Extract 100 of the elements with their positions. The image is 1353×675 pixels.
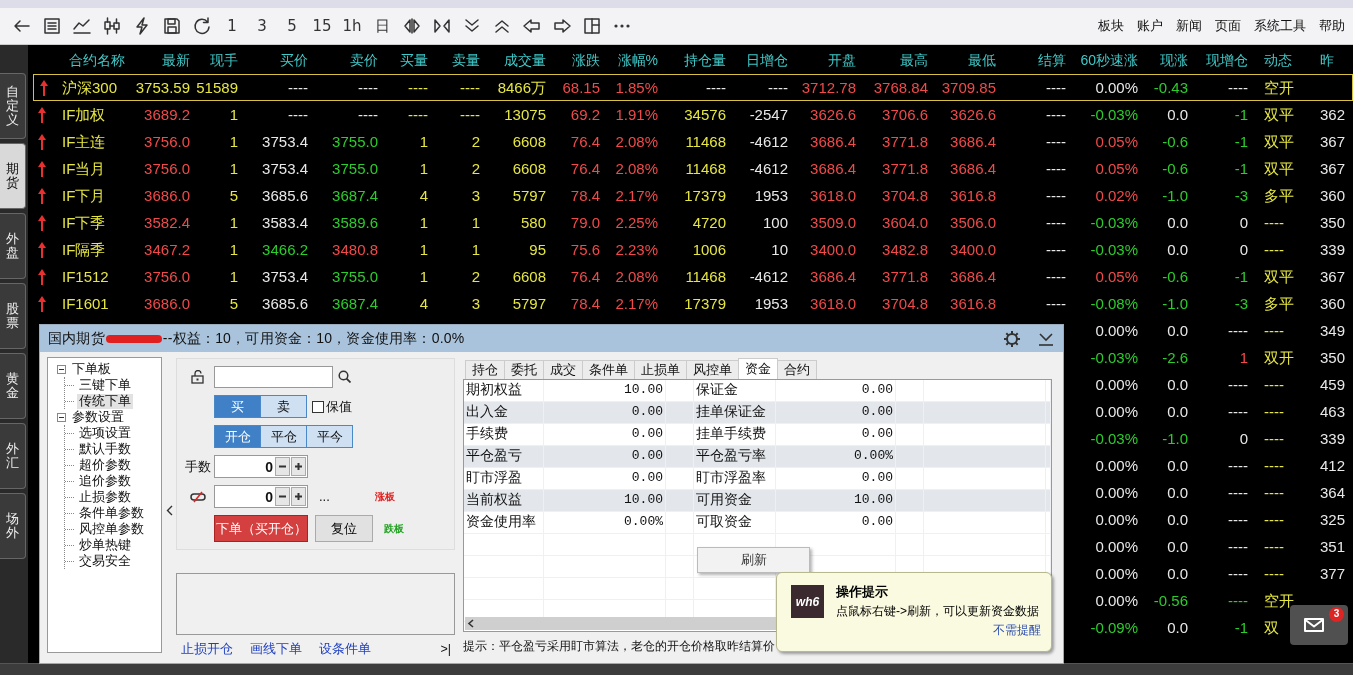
tab[interactable]: 条件单 xyxy=(582,360,635,379)
limit-up-label[interactable]: 涨板 xyxy=(375,489,395,504)
table-cell-text: -1 xyxy=(1233,618,1249,638)
period-button[interactable]: 5 xyxy=(287,17,297,35)
side-tab[interactable]: 外盘 xyxy=(0,213,26,279)
offset-toggle[interactable]: 开仓 xyxy=(214,425,261,448)
side-tab[interactable]: 期货 xyxy=(0,143,26,209)
link[interactable]: 止损开仓 xyxy=(181,640,233,658)
tree-item[interactable]: 参数设置 xyxy=(70,409,126,425)
column-header: 现涨 xyxy=(1159,51,1189,70)
submit-order-button[interactable]: 下单（买开仓） xyxy=(214,515,308,542)
period-button[interactable]: 1h xyxy=(342,17,362,35)
tree-item[interactable]: 炒单热键 xyxy=(77,537,133,553)
period-button[interactable]: 日 xyxy=(374,16,390,36)
instrument-name: IF隔季 xyxy=(61,240,107,260)
collapse-icon[interactable] xyxy=(57,412,66,422)
instrument-name: IF下季 xyxy=(61,213,107,233)
search-icon[interactable] xyxy=(338,370,351,383)
table-cell-text: 6608 xyxy=(511,267,547,287)
tree-item[interactable]: 选项设置 xyxy=(77,425,133,441)
tab[interactable]: 持仓 xyxy=(465,360,505,379)
tab[interactable]: 委托 xyxy=(504,360,544,379)
increment-button[interactable] xyxy=(291,487,306,506)
decrement-button[interactable] xyxy=(275,457,290,476)
reset-button[interactable]: 复位 xyxy=(315,515,373,542)
period-button[interactable]: 1 xyxy=(227,17,237,35)
column-header: 最低 xyxy=(967,51,997,70)
checkbox[interactable] xyxy=(312,400,324,413)
tree-item[interactable]: 追价参数 xyxy=(77,473,133,489)
layout-icon[interactable] xyxy=(582,16,602,36)
tree-item[interactable]: 超价参数 xyxy=(77,457,133,473)
side-tab[interactable]: 自定义 xyxy=(0,73,26,139)
side-tab[interactable]: 外汇 xyxy=(0,423,26,489)
direction-toggle[interactable]: 买 xyxy=(214,395,261,418)
table-cell-text: 0.0 xyxy=(1166,483,1189,503)
collapse-left-icon[interactable] xyxy=(165,504,173,516)
table-cell-text: 3 xyxy=(470,294,481,314)
menu-item[interactable]: 板块 xyxy=(1098,17,1124,35)
tree-item[interactable]: 下单板 xyxy=(70,361,113,377)
table-cell-text: 2.23% xyxy=(614,240,659,260)
candlestick-icon[interactable] xyxy=(102,16,122,36)
quantity-spinner[interactable]: 0 xyxy=(214,455,308,478)
envelope-icon[interactable] xyxy=(1302,616,1326,634)
list-icon[interactable] xyxy=(42,16,62,36)
right-arrow-icon[interactable] xyxy=(552,16,572,36)
tree-item[interactable]: 交易安全 xyxy=(77,553,133,569)
tree-item[interactable]: 默认手数 xyxy=(77,441,133,457)
direction-toggle[interactable]: 卖 xyxy=(260,395,307,418)
period-button[interactable]: 3 xyxy=(257,17,267,35)
link[interactable]: 设条件单 xyxy=(319,640,371,658)
settings-icon[interactable] xyxy=(1003,329,1021,348)
lock-icon[interactable] xyxy=(191,369,204,384)
line-chart-icon[interactable] xyxy=(72,16,92,36)
tree-item[interactable]: 风控单参数 xyxy=(77,521,146,537)
table-cell-text: 459 xyxy=(1319,375,1347,395)
side-tab[interactable]: 股票 xyxy=(0,283,26,349)
refresh-icon[interactable] xyxy=(192,16,212,36)
table-cell-text: 1 xyxy=(418,132,429,152)
contract-input[interactable] xyxy=(214,365,333,388)
increment-button[interactable] xyxy=(291,457,306,476)
menu-item[interactable]: 系统工具 xyxy=(1254,17,1306,35)
link[interactable]: 画线下单 xyxy=(250,640,302,658)
column-header: 成交量 xyxy=(503,51,547,70)
tree-item[interactable]: 传统下单 xyxy=(77,393,133,409)
offset-toggle[interactable]: 平仓 xyxy=(260,425,307,448)
side-tab[interactable]: 场外 xyxy=(0,493,26,559)
more-button[interactable]: ... xyxy=(319,489,375,504)
menu-item[interactable]: 新闻 xyxy=(1176,17,1202,35)
table-cell-text: 3685.6 xyxy=(261,294,309,314)
tree-item[interactable]: 三键下单 xyxy=(77,377,133,393)
period-button[interactable]: 15 xyxy=(312,17,332,35)
compress-icon[interactable] xyxy=(432,16,452,36)
jump-button[interactable]: >| xyxy=(440,642,451,656)
menu-item[interactable]: 帮助 xyxy=(1319,17,1345,35)
tree-item[interactable]: 条件单参数 xyxy=(77,505,146,521)
tree-item[interactable]: 止损参数 xyxy=(77,489,133,505)
menu-item[interactable]: 页面 xyxy=(1215,17,1241,35)
save-icon[interactable] xyxy=(162,16,182,36)
expand-icon[interactable] xyxy=(402,16,422,36)
side-tab[interactable]: 黄金 xyxy=(0,353,26,419)
price-spinner[interactable]: 0 xyxy=(214,485,308,508)
table-cell-text: 3768.84 xyxy=(872,78,929,98)
table-cell-text: 3604.0 xyxy=(881,213,929,233)
left-arrow-icon[interactable] xyxy=(522,16,542,36)
tab[interactable]: 合约 xyxy=(777,360,817,379)
menu-item[interactable]: 账户 xyxy=(1137,17,1163,35)
collapse-icon[interactable] xyxy=(57,364,66,374)
table-cell-text: 3689.2 xyxy=(143,105,191,125)
offset-toggle[interactable]: 平今 xyxy=(306,425,353,448)
mail-button[interactable]: 3 xyxy=(1290,605,1348,645)
table-cell-text: 双平 xyxy=(1263,105,1295,125)
decrement-button[interactable] xyxy=(275,487,290,506)
unlinked-chain-icon[interactable] xyxy=(189,490,206,503)
context-menu-item[interactable]: 刷新 xyxy=(697,547,810,573)
tab[interactable]: 止损单 xyxy=(634,360,687,379)
tab[interactable]: 资金 xyxy=(738,358,778,379)
table-cell-text: ---- xyxy=(1227,483,1249,503)
tab[interactable]: 成交 xyxy=(543,360,583,379)
dismiss-link[interactable]: 不需提醒 xyxy=(993,622,1041,639)
tab[interactable]: 风控单 xyxy=(686,360,739,379)
